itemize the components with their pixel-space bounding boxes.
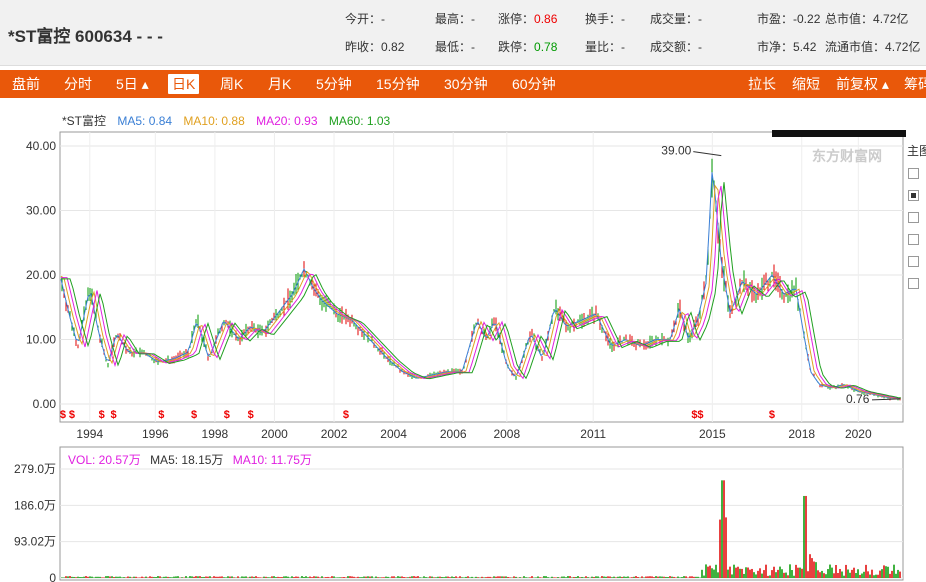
x-tick-label: 2008 <box>493 427 520 441</box>
ma-line <box>61 182 902 399</box>
event-marker: $ <box>769 409 775 421</box>
event-marker: $ <box>69 409 75 421</box>
ma-line <box>60 184 902 400</box>
event-marker: $ <box>343 409 349 421</box>
x-tick-label: 2015 <box>699 427 726 441</box>
y-tick-label: 30.00 <box>26 204 56 218</box>
x-tick-label: 2004 <box>380 427 407 441</box>
ma-line <box>61 185 902 399</box>
indicator-checkbox[interactable] <box>908 278 919 289</box>
event-marker: $ <box>224 409 230 421</box>
x-tick-label: 1996 <box>142 427 169 441</box>
event-marker: $ <box>248 409 254 421</box>
indicator-checkbox[interactable] <box>908 256 919 267</box>
x-tick-label: 1994 <box>76 427 103 441</box>
vol-tick-label: 279.0万 <box>14 462 56 476</box>
event-marker: $ <box>697 409 703 421</box>
x-tick-label: 2000 <box>261 427 288 441</box>
vol-tick-label: 186.0万 <box>14 498 56 512</box>
vol-tick-label: 0 <box>49 571 56 582</box>
y-tick-label: 40.00 <box>26 139 56 153</box>
volume-frame <box>59 446 904 581</box>
indicator-checkbox[interactable] <box>908 212 919 223</box>
event-marker: $ <box>158 409 164 421</box>
watermark-logo: 东方财富网 <box>812 148 882 164</box>
indicator-checkbox[interactable] <box>908 168 919 179</box>
indicator-checkbox[interactable] <box>908 190 919 201</box>
event-marker: $ <box>111 409 117 421</box>
max-annotation: 39.00 <box>661 144 691 158</box>
x-tick-label: 2020 <box>845 427 872 441</box>
min-annotation-line <box>872 398 901 401</box>
watermark-bar <box>772 130 906 137</box>
indicator-checkbox[interactable] <box>908 234 919 245</box>
vol-tick-label: 93.02万 <box>14 535 56 549</box>
max-annotation-line <box>693 151 722 157</box>
main-chart-label: 主图 <box>907 144 926 158</box>
x-tick-label: 2018 <box>788 427 815 441</box>
x-tick-label: 2006 <box>440 427 467 441</box>
x-tick-label: 1998 <box>202 427 229 441</box>
event-marker: $ <box>191 409 197 421</box>
kline-chart[interactable]: 40.00 30.00 20.00 10.00 0.00 1994 1996 1998 2000… <box>0 0 926 582</box>
y-tick-label: 0.00 <box>33 397 57 411</box>
ma-line <box>60 172 902 400</box>
x-tick-label: 2011 <box>580 427 606 441</box>
event-marker: $ <box>99 409 105 421</box>
min-annotation: 0.76 <box>846 392 870 406</box>
y-tick-label: 20.00 <box>26 268 56 282</box>
y-tick-label: 10.00 <box>26 333 56 347</box>
x-tick-label: 2002 <box>321 427 348 441</box>
event-marker: $ <box>60 409 66 421</box>
main-plot-frame <box>59 131 904 423</box>
